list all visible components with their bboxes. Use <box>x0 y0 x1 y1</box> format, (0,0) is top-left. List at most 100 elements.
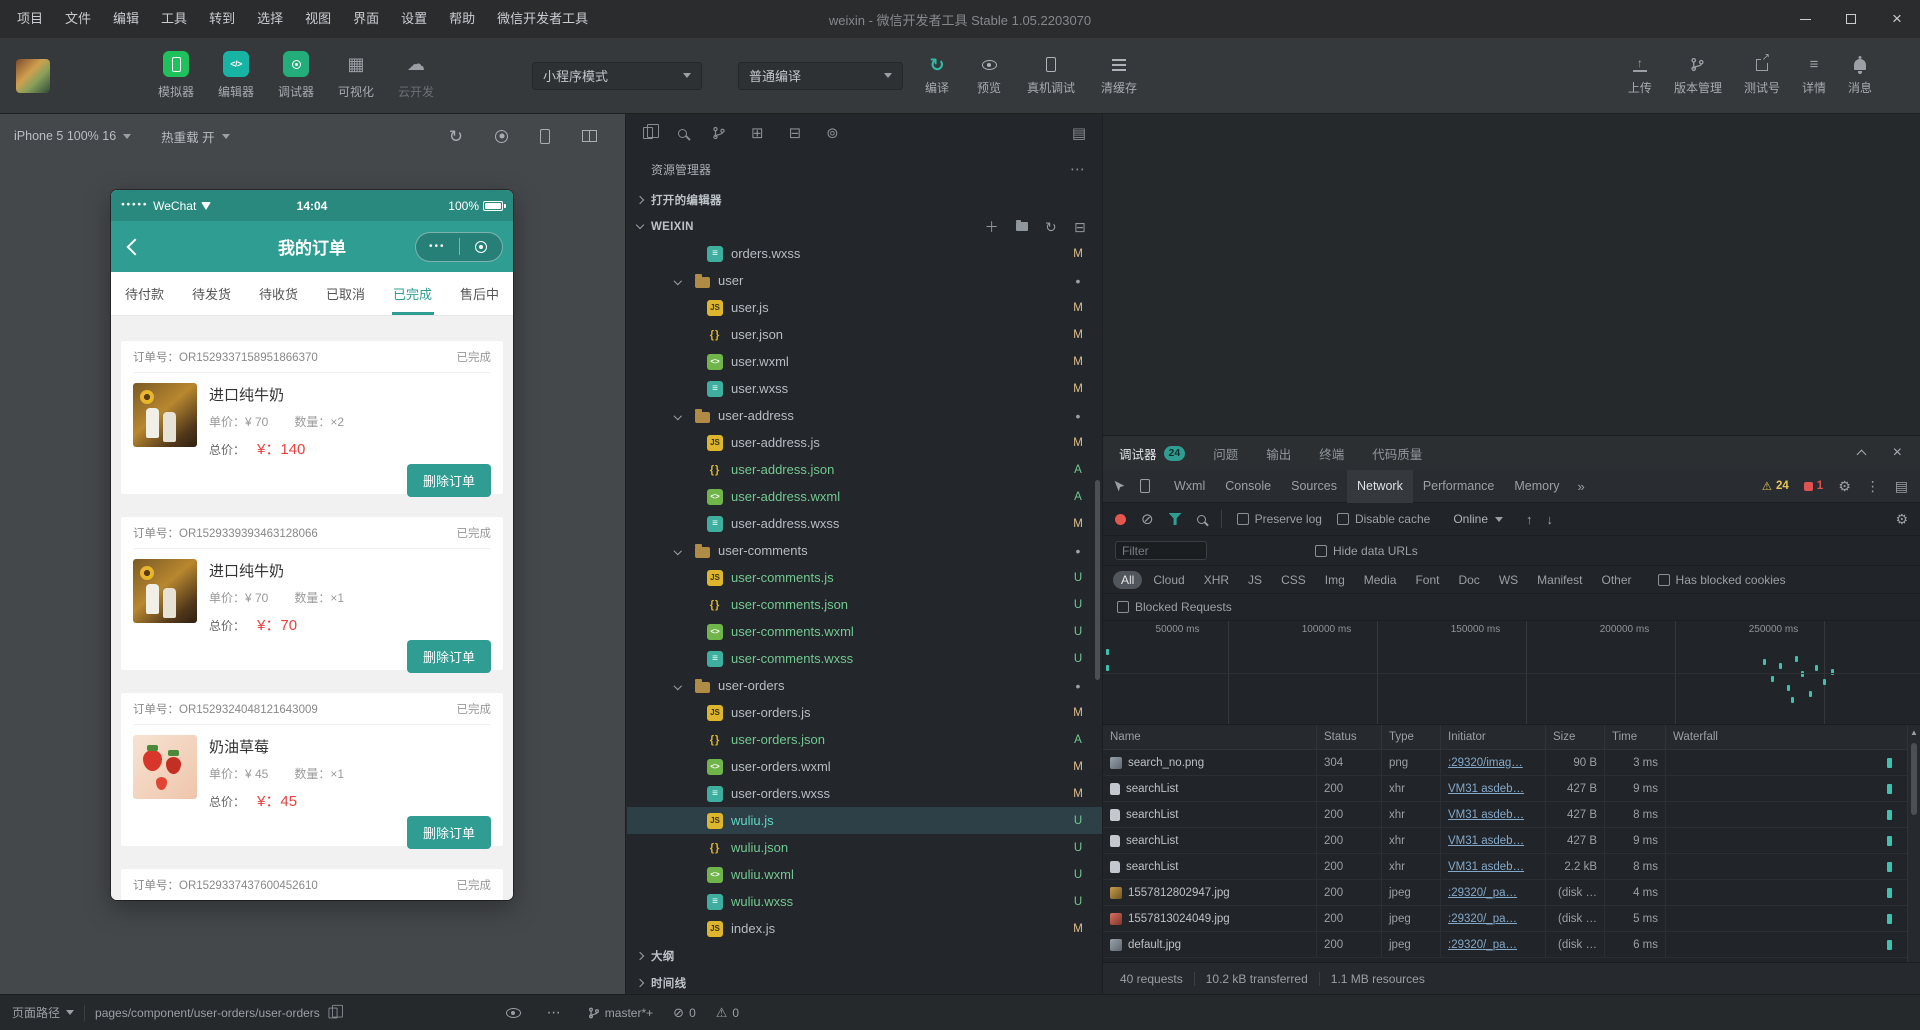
request-initiator[interactable]: VM31 asdeb… <box>1441 828 1546 853</box>
tree-item[interactable]: user-address.js M <box>627 429 1102 456</box>
hide-data-urls-checkbox[interactable]: Hide data URLs <box>1315 544 1418 558</box>
request-initiator[interactable]: VM31 asdeb… <box>1441 802 1546 827</box>
home-icon[interactable] <box>460 240 503 253</box>
messages-button[interactable]: 消息 <box>1848 55 1872 96</box>
error-count[interactable]: ⊘ 0 <box>673 1006 696 1020</box>
type-filter-pill[interactable]: WS <box>1491 571 1526 589</box>
order-tab[interactable]: 已完成 <box>379 272 446 315</box>
upload-button[interactable]: ↑ 上传 <box>1628 55 1652 96</box>
device-debug-button[interactable]: 真机调试 <box>1027 55 1075 96</box>
refresh-simulator-button[interactable]: ↻ <box>449 128 463 145</box>
network-request-row[interactable]: searchList 200 xhr VM31 asdeb… 427 B 8 m… <box>1103 802 1920 828</box>
network-request-row[interactable]: 1557812802947.jpg 200 jpeg :29320/_pa… (… <box>1103 880 1920 906</box>
type-filter-pill[interactable]: All <box>1113 570 1143 589</box>
column-header[interactable]: Waterfall <box>1666 725 1920 749</box>
menu-item[interactable]: 文件 <box>54 0 102 38</box>
copy-icon[interactable] <box>328 1004 343 1018</box>
type-filter-pill[interactable]: Img <box>1317 571 1353 589</box>
disable-cache-checkbox[interactable]: Disable cache <box>1336 512 1430 526</box>
tree-item[interactable]: user-address • <box>627 402 1102 429</box>
menu-item[interactable]: 转到 <box>198 0 246 38</box>
new-file-icon[interactable]: ＋ <box>985 220 999 234</box>
type-filter-pill[interactable]: XHR <box>1196 571 1237 589</box>
collapse-all-icon[interactable]: ⊟ <box>1074 220 1086 234</box>
blocked-cookies-checkbox[interactable]: Has blocked cookies <box>1657 573 1786 587</box>
outline-section[interactable]: 大纲 <box>627 942 1102 969</box>
more-icon[interactable]: ••• <box>416 241 459 252</box>
column-header[interactable]: Name <box>1103 725 1317 749</box>
delete-order-button[interactable]: 删除订单 <box>406 640 491 673</box>
network-request-row[interactable]: search_no.png 304 png :29320/imag… 90 B … <box>1103 750 1920 776</box>
editor-mode-button[interactable]: </> 编辑器 <box>206 51 266 100</box>
request-initiator[interactable]: VM31 asdeb… <box>1441 854 1546 879</box>
panel-tab[interactable]: 终端 <box>1319 444 1344 463</box>
tree-item[interactable]: wuliu.js U <box>627 807 1102 834</box>
network-settings-icon[interactable]: ⚙ <box>1895 511 1908 528</box>
avatar[interactable] <box>16 58 50 93</box>
network-filter-input[interactable] <box>1115 541 1207 560</box>
network-request-row[interactable]: default.jpg 200 jpeg :29320/_pa… (disk …… <box>1103 932 1920 958</box>
close-button[interactable]: × <box>1874 0 1920 38</box>
package-icon[interactable]: ⊟ <box>789 126 802 141</box>
tree-item[interactable]: wuliu.wxss U <box>627 888 1102 915</box>
menu-item[interactable]: 编辑 <box>102 0 150 38</box>
version-control-button[interactable]: 版本管理 <box>1674 55 1722 96</box>
close-panel-icon[interactable]: × <box>1893 445 1902 461</box>
panel-tab[interactable]: 输出 <box>1266 444 1291 463</box>
split-window-button[interactable] <box>582 130 597 142</box>
tree-item[interactable]: user-orders • <box>627 672 1102 699</box>
scroll-up-icon[interactable]: ▲ <box>1910 725 1918 741</box>
devtools-tab[interactable]: Performance <box>1413 470 1505 503</box>
devtools-tab[interactable]: Memory <box>1504 470 1569 503</box>
more-options-icon[interactable]: ⋮ <box>1866 478 1880 495</box>
panel-tab[interactable]: 代码质量 <box>1372 444 1422 463</box>
refresh-explorer-icon[interactable]: ↻ <box>1045 220 1057 234</box>
order-tab[interactable]: 售后中 <box>446 272 513 315</box>
tree-item[interactable]: user-address.wxss M <box>627 510 1102 537</box>
search-icon[interactable] <box>678 128 687 138</box>
menu-item[interactable]: 界面 <box>342 0 390 38</box>
network-overview-timeline[interactable]: 50000 ms 100000 ms 150000 ms 200000 ms 25000… <box>1103 621 1920 725</box>
tree-item[interactable]: wuliu.json U <box>627 834 1102 861</box>
tree-item[interactable]: user-orders.js M <box>627 699 1102 726</box>
order-tab[interactable]: 待收货 <box>245 272 312 315</box>
tree-item[interactable]: user-address.json A <box>627 456 1102 483</box>
device-select[interactable]: iPhone 5 100% 16 <box>14 129 132 143</box>
tree-item[interactable]: user-comments.js U <box>627 564 1102 591</box>
type-filter-pill[interactable]: Other <box>1594 571 1640 589</box>
column-header[interactable]: Initiator <box>1441 725 1546 749</box>
search-icon[interactable] <box>1196 514 1206 524</box>
new-folder-icon[interactable] <box>1015 220 1028 231</box>
errors-badge[interactable]: 1 <box>1803 480 1823 492</box>
type-filter-pill[interactable]: Doc <box>1450 571 1487 589</box>
scrollbar-thumb[interactable] <box>1911 743 1917 815</box>
page-path-select[interactable]: 页面路径 <box>12 1004 75 1021</box>
hot-reload-select[interactable]: 热重载 开 <box>161 127 230 146</box>
cloud-dev-mode-button[interactable]: ☁ 云开发 <box>386 51 446 100</box>
overflow-tabs-icon[interactable]: » <box>1570 479 1593 494</box>
record-network-icon[interactable] <box>1115 513 1126 525</box>
tree-item[interactable]: user-comments.wxss U <box>627 645 1102 672</box>
export-har-icon[interactable]: ↓ <box>1547 512 1554 527</box>
order-tab[interactable]: 已取消 <box>312 272 379 315</box>
more-actions-icon[interactable]: ⋯ <box>1070 160 1086 178</box>
import-har-icon[interactable]: ↑ <box>1526 512 1533 527</box>
type-filter-pill[interactable]: CSS <box>1273 571 1314 589</box>
delete-order-button[interactable]: 删除订单 <box>406 816 491 849</box>
devtools-tab[interactable]: Console <box>1215 470 1281 503</box>
debugger-mode-button[interactable]: 调试器 <box>266 51 326 100</box>
request-initiator[interactable]: :29320/_pa… <box>1441 932 1546 957</box>
project-section[interactable]: WEIXIN ＋ ↻ ⊟ <box>627 213 1102 240</box>
timeline-section[interactable]: 时间线 <box>627 969 1102 994</box>
visualizer-mode-button[interactable]: ▦ 可视化 <box>326 51 386 100</box>
type-filter-pill[interactable]: Font <box>1407 571 1447 589</box>
panel-tab[interactable]: 调试器 24 <box>1119 444 1186 463</box>
test-account-button[interactable]: ↗ 测试号 <box>1744 52 1780 96</box>
warning-count[interactable]: ⚠ 0 <box>716 1006 739 1020</box>
order-tab[interactable]: 待付款 <box>111 272 178 315</box>
files-icon[interactable] <box>643 124 659 139</box>
type-filter-pill[interactable]: Manifest <box>1529 571 1590 589</box>
column-header[interactable]: Size <box>1546 725 1605 749</box>
delete-order-button[interactable]: 删除订单 <box>406 464 491 497</box>
column-header[interactable]: Time <box>1605 725 1666 749</box>
